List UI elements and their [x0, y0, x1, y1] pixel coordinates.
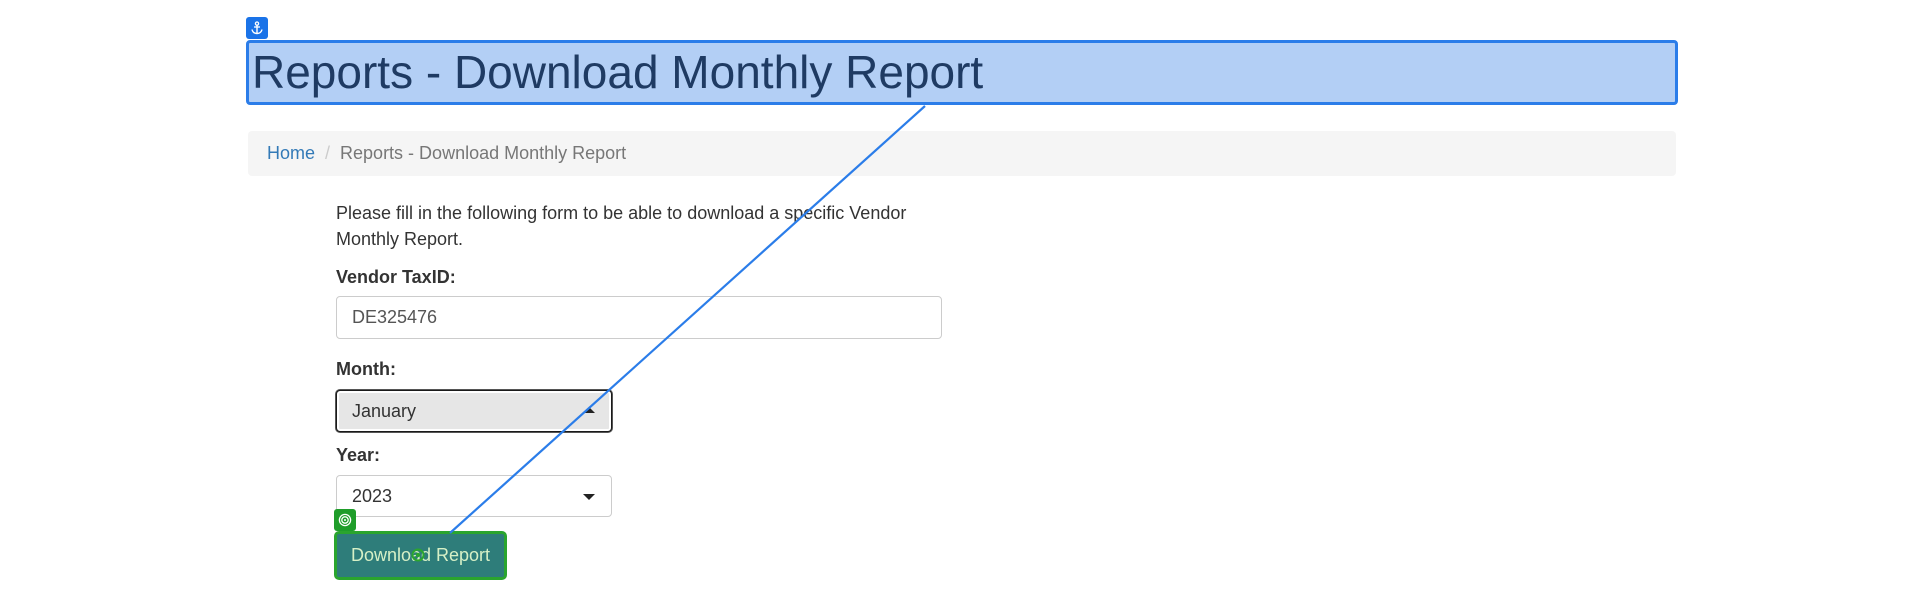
breadcrumb-current: Reports - Download Monthly Report — [340, 143, 627, 163]
breadcrumb: Home / Reports - Download Monthly Report — [248, 131, 1676, 176]
month-select[interactable]: January — [336, 390, 612, 432]
month-label: Month: — [336, 359, 396, 379]
page-title-highlight: Reports - Download Monthly Report — [246, 40, 1678, 105]
click-point-icon — [411, 548, 425, 562]
page: Reports - Download Monthly Report Home /… — [0, 0, 1920, 598]
caret-up-icon — [583, 407, 595, 413]
vendor-taxid-input[interactable]: DE325476 — [336, 296, 942, 339]
form-intro-text: Please fill in the following form to be … — [336, 203, 907, 249]
anchor-icon — [246, 17, 268, 39]
page-title: Reports - Download Monthly Report — [252, 46, 984, 98]
caret-down-icon — [583, 494, 595, 500]
vendor-taxid-label: Vendor TaxID: — [336, 267, 456, 287]
year-label: Year: — [336, 445, 381, 465]
month-selected-value: January — [352, 400, 417, 421]
vendor-taxid-value: DE325476 — [352, 307, 438, 327]
breadcrumb-home-link[interactable]: Home — [267, 143, 315, 164]
target-icon — [334, 509, 356, 531]
year-select[interactable]: 2023 — [336, 475, 612, 517]
breadcrumb-separator: / — [325, 143, 331, 163]
year-selected-value: 2023 — [352, 485, 393, 506]
